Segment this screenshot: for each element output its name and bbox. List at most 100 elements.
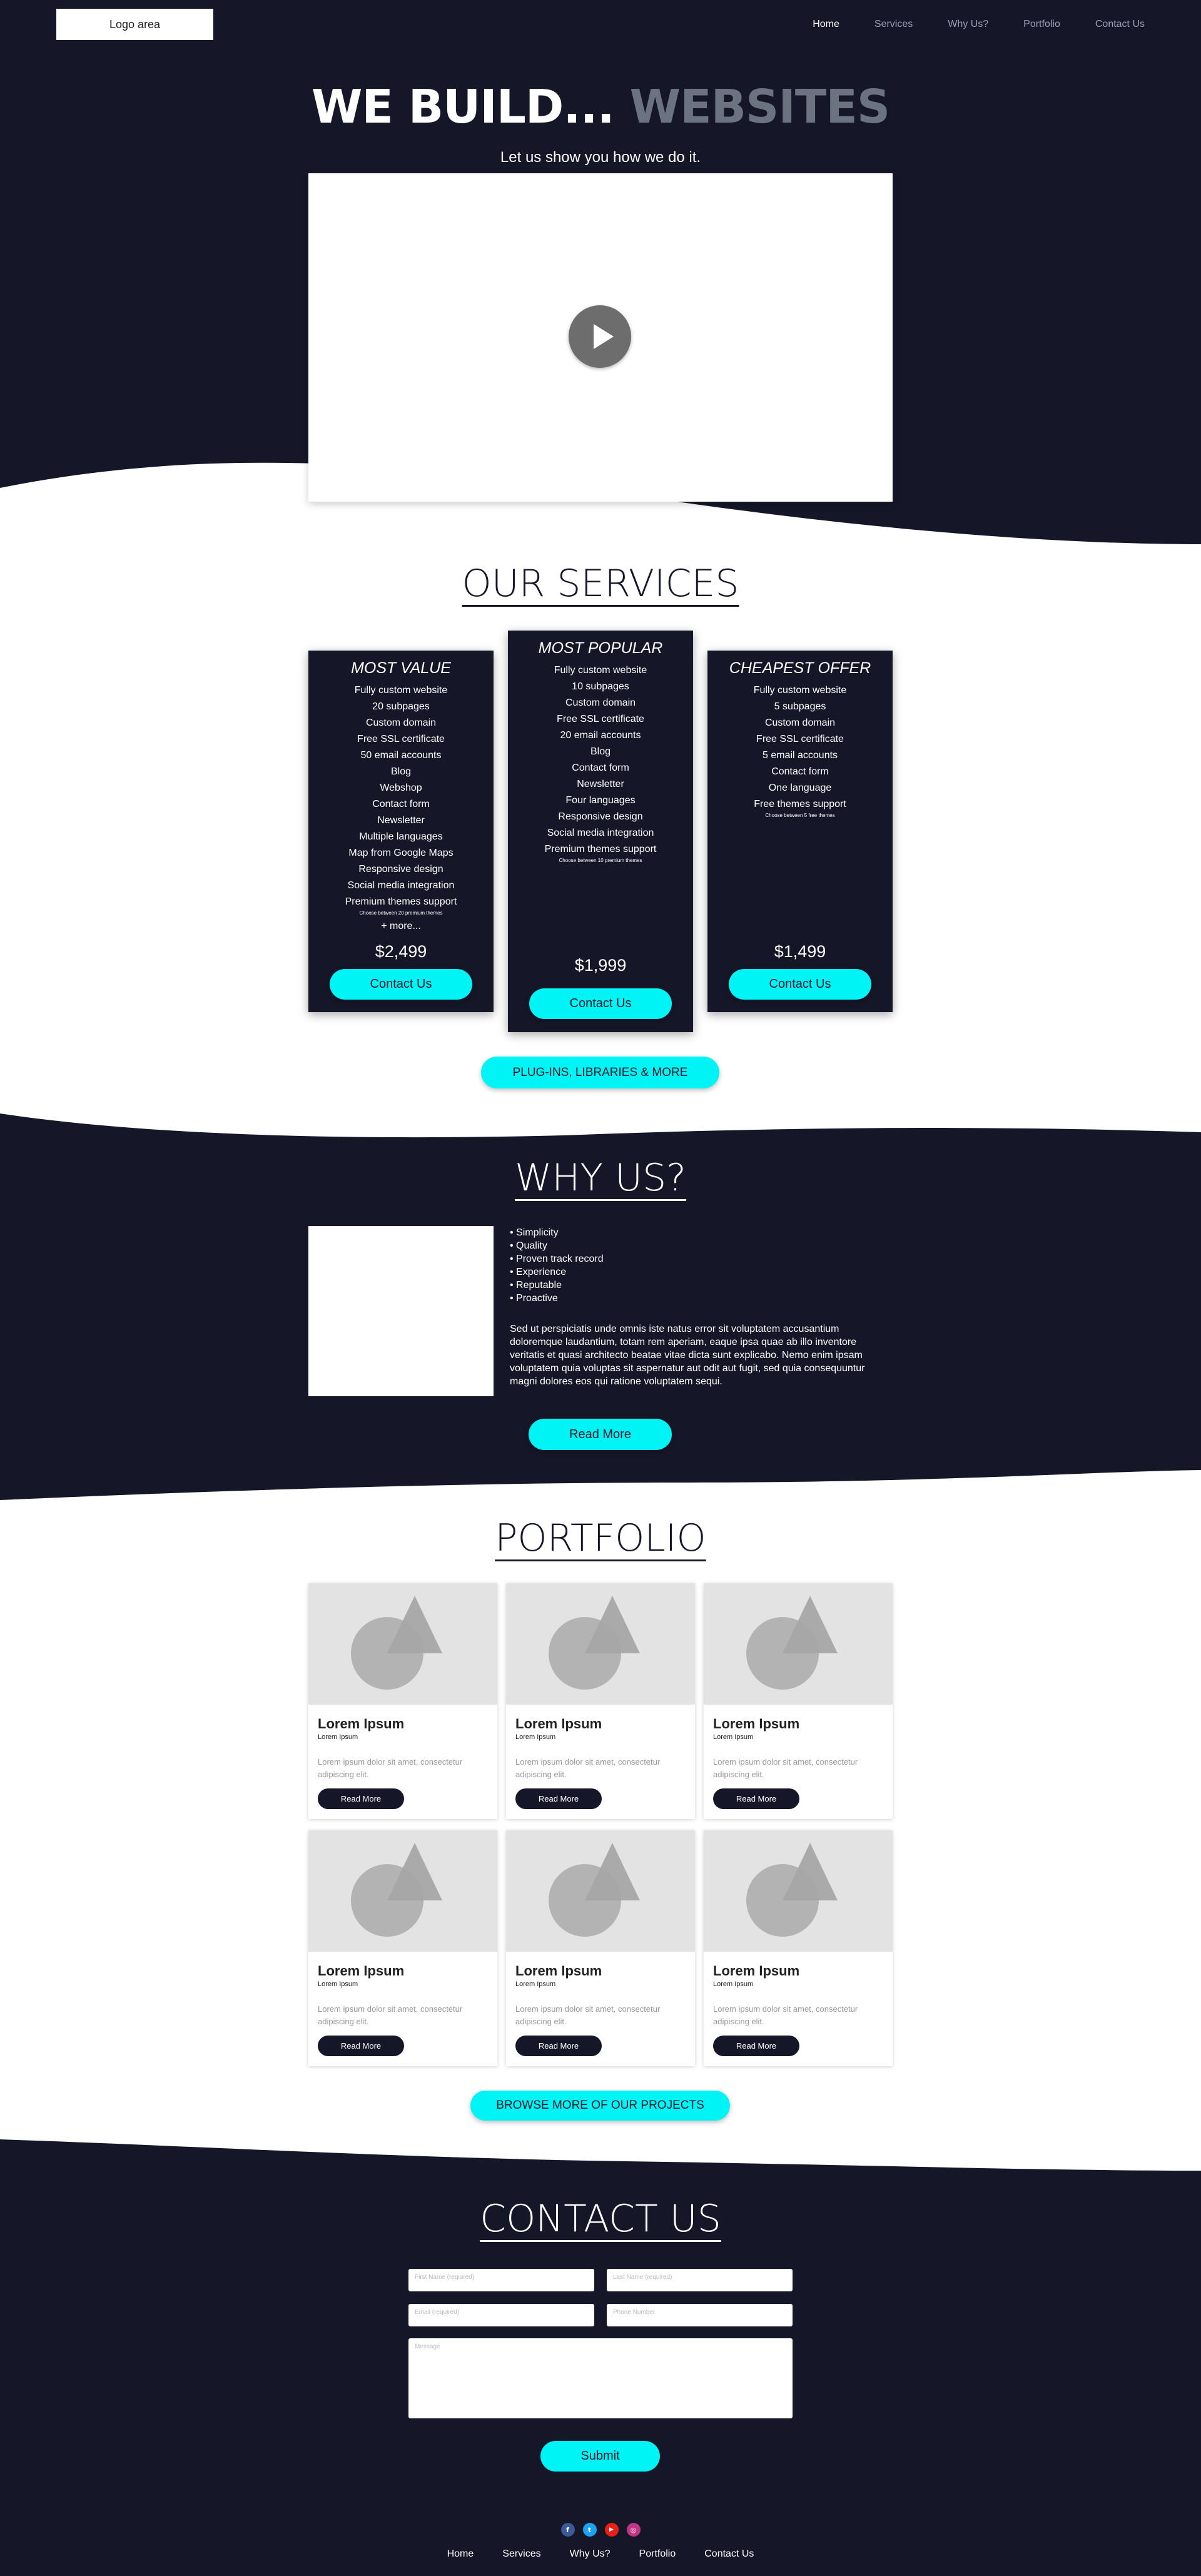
- portfolio-card-title: Lorem Ipsum: [318, 1716, 405, 1732]
- logo[interactable]: Logo area: [56, 9, 213, 40]
- footer-nav-why-us[interactable]: Why Us?: [570, 2548, 611, 2560]
- feature-list: Fully custom website 5 subpages Custom d…: [707, 682, 893, 818]
- phone-field[interactable]: Phone Number: [607, 2304, 793, 2326]
- image-placeholder-graphic: [549, 1596, 640, 1690]
- instagram-icon[interactable]: ◎: [626, 2523, 641, 2537]
- read-more-button[interactable]: Read More: [529, 1419, 672, 1450]
- image-placeholder-icon: [506, 1583, 695, 1705]
- feature-note: Choose between 5 free themes: [765, 813, 835, 818]
- feature-item: Responsive design: [558, 811, 643, 822]
- image-placeholder-graphic: [351, 1843, 442, 1937]
- read-more-button[interactable]: Read More: [318, 1788, 404, 1809]
- feature-more: + more...: [381, 921, 421, 931]
- first-name-field[interactable]: First Name (required): [408, 2269, 594, 2291]
- why-us-text: Sed ut perspiciatis unde omnis iste natu…: [510, 1324, 865, 1387]
- pricing-card-title: MOST VALUE: [351, 659, 451, 677]
- submit-button[interactable]: Submit: [540, 2441, 660, 2472]
- email-field[interactable]: Email (required): [408, 2304, 594, 2326]
- contact-us-button[interactable]: Contact Us: [330, 969, 472, 1000]
- portfolio-card: Lorem Ipsum Lorem Ipsum Lorem ipsum dolor …: [308, 1583, 497, 1819]
- image-placeholder-graphic: [746, 1596, 838, 1690]
- feature-item: Multiple languages: [359, 831, 443, 842]
- hero-title-main: WE BUILD...: [311, 80, 615, 134]
- feature-item: Custom domain: [764, 718, 836, 728]
- why-us-list: • Simplicity • Quality • Proven track re…: [510, 1226, 604, 1305]
- portfolio-card-subtitle: Lorem Ipsum: [515, 1980, 556, 1988]
- read-more-button[interactable]: Read More: [515, 2036, 602, 2056]
- read-more-button[interactable]: Read More: [515, 1788, 602, 1809]
- portfolio-card-subtitle: Lorem Ipsum: [713, 1980, 754, 1988]
- portfolio-card: Lorem Ipsum Lorem Ipsum Lorem ipsum dolor …: [704, 1583, 893, 1819]
- price: $2,499: [375, 942, 427, 961]
- portfolio-card: Lorem Ipsum Lorem Ipsum Lorem ipsum dolor …: [506, 1830, 695, 2066]
- price: $1,999: [574, 956, 627, 975]
- image-placeholder-graphic: [746, 1843, 838, 1937]
- feature-item: Contact form: [572, 763, 629, 773]
- portfolio-card-subtitle: Lorem Ipsum: [515, 1733, 556, 1741]
- why-us-item: • Proven track record: [510, 1254, 604, 1264]
- portfolio-card-text: Lorem ipsum dolor sit amet, consectetur …: [515, 2004, 661, 2026]
- portfolio-card-text: Lorem ipsum dolor sit amet, consectetur …: [515, 1757, 661, 1779]
- footer-nav-home[interactable]: Home: [447, 2548, 474, 2560]
- feature-item: Premium themes support: [544, 844, 657, 854]
- read-more-button[interactable]: Read More: [318, 2036, 404, 2056]
- feature-item: Responsive design: [358, 864, 443, 875]
- image-placeholder-icon: [506, 1830, 695, 1952]
- portfolio-card-subtitle: Lorem Ipsum: [318, 1733, 358, 1741]
- message-field[interactable]: Message: [408, 2338, 793, 2418]
- plugins-button[interactable]: PLUG-INS, LIBRARIES & MORE: [481, 1057, 719, 1088]
- why-us-title: WHY US?: [514, 1156, 686, 1200]
- feature-item: Fully custom website: [554, 665, 647, 676]
- hero-subtitle: Let us show you how we do it.: [500, 149, 701, 166]
- feature-item: Newsletter: [377, 815, 425, 826]
- feature-item: Premium themes support: [345, 896, 457, 907]
- services-title: OUR SERVICES: [462, 562, 739, 606]
- feature-list: Fully custom website 20 subpages Custom …: [308, 682, 494, 935]
- pricing-card-title: CHEAPEST OFFER: [729, 659, 871, 677]
- footer-nav-contact-us[interactable]: Contact Us: [704, 2548, 754, 2560]
- last-name-field[interactable]: Last Name (required): [607, 2269, 793, 2291]
- portfolio-card-title: Lorem Ipsum: [713, 1963, 800, 1979]
- nav-services[interactable]: Services: [874, 19, 913, 30]
- youtube-icon[interactable]: ▶: [604, 2523, 619, 2537]
- nav-portfolio[interactable]: Portfolio: [1023, 19, 1060, 30]
- feature-item: Free SSL certificate: [557, 714, 644, 724]
- contact-us-button[interactable]: Contact Us: [529, 988, 672, 1019]
- why-us-item: • Proactive: [510, 1293, 558, 1304]
- feature-item: Webshop: [380, 783, 422, 793]
- facebook-icon[interactable]: f: [560, 2523, 575, 2537]
- feature-item: 10 subpages: [572, 681, 629, 692]
- video-player[interactable]: [308, 173, 893, 502]
- feature-item: Contact form: [372, 799, 430, 809]
- feature-item: Four languages: [565, 795, 636, 806]
- image-placeholder-icon: [308, 1830, 497, 1952]
- feature-item: 5 email accounts: [762, 750, 838, 761]
- read-more-button[interactable]: Read More: [713, 2036, 799, 2056]
- portfolio-card-title: Lorem Ipsum: [318, 1963, 405, 1979]
- feature-note: Choose between 10 premium themes: [559, 858, 642, 863]
- pricing-card-most-popular: MOST POPULAR Fully custom website 10 sub…: [508, 631, 693, 1032]
- feature-item: Free themes support: [754, 799, 846, 809]
- read-more-button[interactable]: Read More: [713, 1788, 799, 1809]
- feature-list: Fully custom website 10 subpages Custom …: [508, 662, 693, 863]
- footer-nav-services[interactable]: Services: [502, 2548, 540, 2560]
- contact-us-button[interactable]: Contact Us: [729, 969, 871, 1000]
- image-placeholder-icon: [308, 1583, 497, 1705]
- portfolio-card-title: Lorem Ipsum: [713, 1716, 800, 1732]
- portfolio-card: Lorem Ipsum Lorem Ipsum Lorem ipsum dolor …: [506, 1583, 695, 1819]
- footer-nav-portfolio[interactable]: Portfolio: [639, 2548, 676, 2560]
- nav-why-us[interactable]: Why Us?: [948, 19, 988, 30]
- feature-item: One language: [768, 783, 832, 793]
- nav-home[interactable]: Home: [813, 19, 839, 30]
- social-links: f t ▶ ◎: [0, 2523, 1201, 2537]
- browse-projects-button[interactable]: BROWSE MORE OF OUR PROJECTS: [470, 2091, 730, 2121]
- nav-contact-us[interactable]: Contact Us: [1095, 19, 1145, 30]
- portfolio-card-text: Lorem ipsum dolor sit amet, consectetur …: [318, 2004, 463, 2026]
- portfolio-card-title: Lorem Ipsum: [515, 1716, 602, 1732]
- feature-item: Map from Google Maps: [348, 848, 454, 858]
- portfolio-title: PORTFOLIO: [495, 1516, 706, 1560]
- play-icon[interactable]: [569, 305, 631, 368]
- portfolio-card: Lorem Ipsum Lorem Ipsum Lorem ipsum dolor …: [704, 1830, 893, 2066]
- twitter-icon[interactable]: t: [582, 2523, 597, 2537]
- portfolio-card-text: Lorem ipsum dolor sit amet, consectetur …: [318, 1757, 463, 1779]
